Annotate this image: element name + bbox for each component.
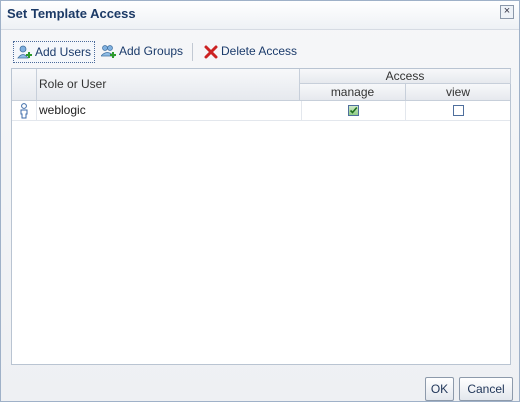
- user-icon: [20, 103, 28, 119]
- column-header-manage-label: manage: [330, 85, 375, 99]
- cancel-button[interactable]: Cancel: [459, 377, 513, 401]
- column-header-manage[interactable]: manage: [300, 84, 406, 101]
- toolbar: Add Users Add Groups Delete Access: [11, 41, 511, 63]
- dialog-titlebar: Set Template Access ×: [1, 1, 519, 30]
- row-icon-cell: [12, 101, 37, 120]
- column-group-access-label: Access: [385, 69, 425, 83]
- column-header-role[interactable]: Role or User: [37, 69, 300, 101]
- column-header-view-label: view: [445, 85, 470, 99]
- close-icon[interactable]: ×: [500, 5, 514, 19]
- column-header-view[interactable]: view: [406, 84, 510, 101]
- column-header-role-label: Role or User: [39, 77, 107, 91]
- add-users-label: Add Users: [35, 45, 92, 59]
- view-cell: [406, 101, 510, 120]
- delete-access-label: Delete Access: [221, 44, 298, 58]
- delete-access-button[interactable]: Delete Access: [203, 41, 297, 61]
- set-template-access-dialog: Set Template Access × Add Users Add Grou…: [0, 0, 520, 402]
- add-group-icon: [100, 44, 117, 60]
- table-row[interactable]: weblogic: [12, 101, 510, 121]
- access-table: Role or User Access manage view weblogic: [11, 68, 511, 365]
- role-name-cell: weblogic: [37, 101, 302, 120]
- toolbar-separator: [192, 43, 193, 61]
- manage-cell: [300, 101, 406, 120]
- row-header-corner: [12, 69, 37, 101]
- manage-checkbox[interactable]: [348, 105, 359, 116]
- column-group-access: Access: [300, 69, 511, 84]
- ok-button[interactable]: OK: [425, 377, 454, 401]
- add-groups-button[interactable]: Add Groups: [100, 41, 184, 61]
- delete-x-icon: [203, 44, 219, 60]
- add-user-icon: [17, 45, 33, 61]
- add-groups-label: Add Groups: [119, 44, 184, 58]
- dialog-title: Set Template Access: [7, 6, 136, 21]
- add-users-button[interactable]: Add Users: [13, 41, 96, 63]
- checkmark-icon: [349, 106, 358, 114]
- view-checkbox[interactable]: [453, 105, 464, 116]
